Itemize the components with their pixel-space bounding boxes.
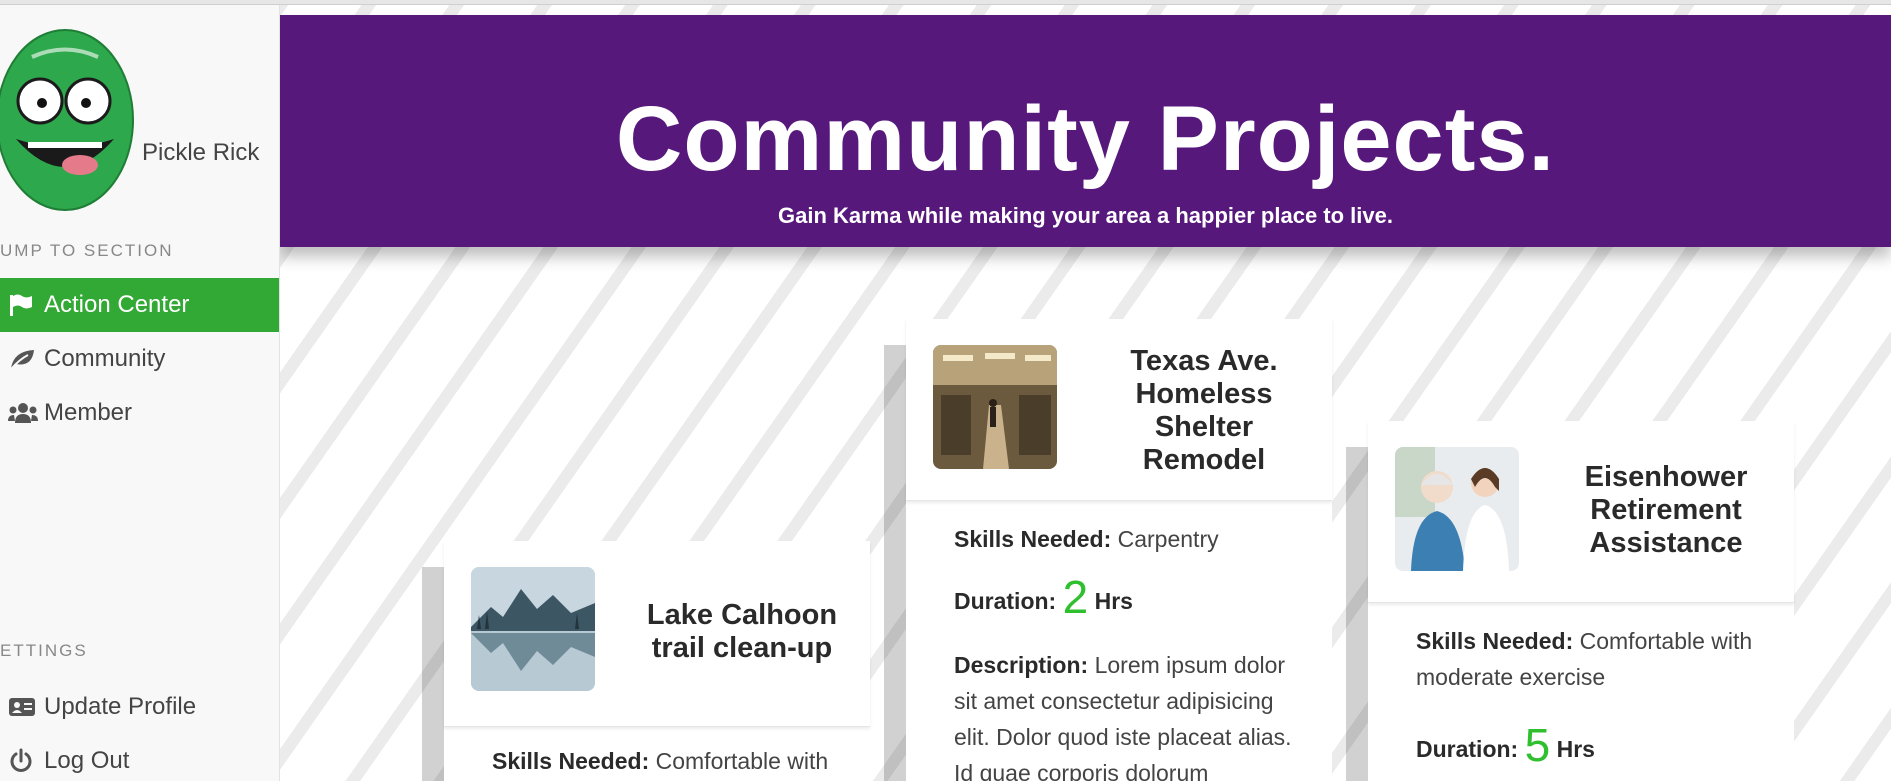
sidebar-item-label: Member — [44, 399, 133, 426]
card-header: Eisenhower Retirement Assistance — [1368, 421, 1794, 603]
sidebar-item-label: Log Out — [44, 747, 130, 774]
sidebar-item-log-out[interactable]: Log Out — [0, 734, 279, 781]
card-title: Texas Ave. Homeless Shelter Remodel — [1130, 345, 1278, 476]
sidebar-item-action-center[interactable]: Action Center — [0, 278, 279, 332]
project-card-texas-ave[interactable]: Texas Ave. Homeless Shelter Remodel Skil… — [906, 319, 1332, 781]
main-content: Community Projects. Gain Karma while mak… — [280, 5, 1891, 781]
sidebar-item-label: Update Profile — [44, 693, 197, 720]
duration: Duration: 2 Hrs — [954, 571, 1133, 623]
skills-needed: Skills Needed: Comfortable with moderate… — [1416, 628, 1753, 690]
description: Description: Lorem ipsum dolor sit amet … — [954, 652, 1292, 781]
page-title: Community Projects. — [615, 88, 1556, 190]
sidebar-item-label: Action Center — [44, 291, 190, 318]
card-header: Lake Calhoon trail clean-up — [444, 541, 870, 727]
skills-needed: Skills Needed: Comfortable with — [492, 748, 829, 774]
skills-needed: Skills Needed: Carpentry — [954, 526, 1219, 552]
avatar[interactable] — [0, 27, 136, 213]
project-card-lake-calhoon[interactable]: Lake Calhoon trail clean-up Skills Neede… — [444, 541, 870, 781]
card-header: Texas Ave. Homeless Shelter Remodel — [906, 319, 1332, 501]
settings-label: ETTINGS — [0, 641, 88, 660]
users-icon — [8, 399, 40, 427]
flag-icon — [8, 291, 40, 319]
page-subtitle: Gain Karma while making your area a happ… — [777, 203, 1393, 228]
jump-to-section-label: UMP TO SECTION — [0, 241, 174, 260]
leaf-icon — [8, 345, 40, 373]
sidebar: Pickle Rick UMP TO SECTION Action Center… — [0, 5, 280, 781]
project-card-eisenhower[interactable]: Eisenhower Retirement Assistance Skills … — [1368, 421, 1794, 781]
hero-banner: Community Projects. Gain Karma while mak… — [280, 15, 1891, 247]
sidebar-item-label: Community — [44, 345, 166, 372]
sidebar-item-update-profile[interactable]: Update Profile — [0, 680, 279, 734]
card-title: Eisenhower Retirement Assistance — [1584, 461, 1748, 559]
duration: Duration: 5 Hrs — [1416, 719, 1595, 771]
shelter-image — [933, 345, 1057, 469]
username: Pickle Rick — [142, 139, 260, 166]
sidebar-item-member[interactable]: Member — [0, 386, 279, 440]
power-icon — [8, 747, 40, 775]
lake-image — [471, 567, 595, 691]
id-card-icon — [8, 693, 40, 721]
retirement-image — [1395, 447, 1519, 571]
card-title: Lake Calhoon trail clean-up — [646, 599, 838, 664]
sidebar-item-community[interactable]: Community — [0, 332, 279, 386]
